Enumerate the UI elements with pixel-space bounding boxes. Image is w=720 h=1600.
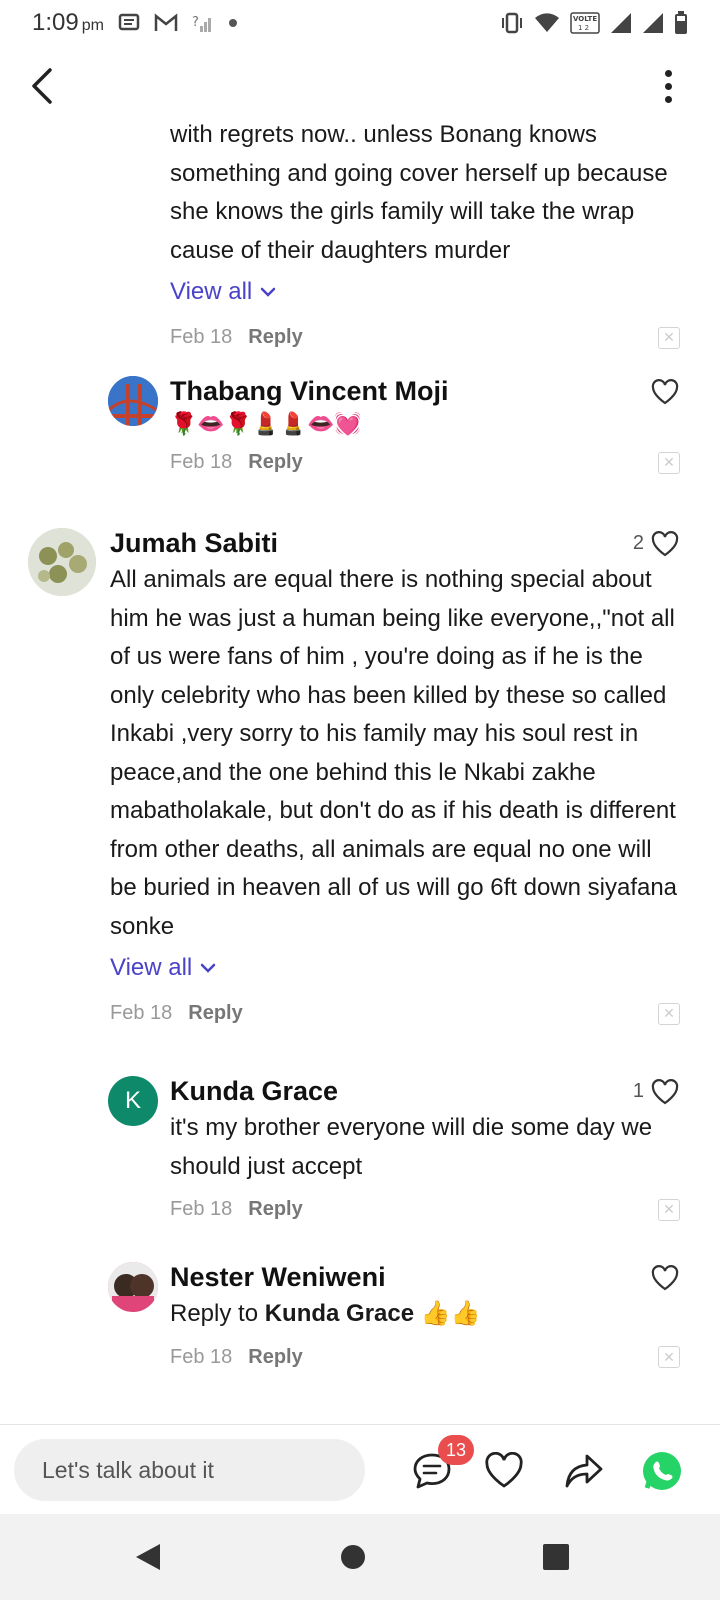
avatar-letter: K — [124, 1087, 141, 1114]
reply-button[interactable]: Reply — [248, 1198, 302, 1221]
comment-meta: Feb 18 Reply ✕ — [170, 326, 680, 349]
whatsapp-icon — [643, 1452, 681, 1490]
commenter-name[interactable]: Jumah Sabiti — [110, 528, 278, 559]
avatar[interactable] — [28, 528, 96, 596]
reply-button[interactable]: Reply — [248, 1346, 302, 1369]
system-nav-bar — [0, 1514, 720, 1600]
view-all-link[interactable]: View all — [110, 954, 216, 982]
signal-icon-2 — [642, 12, 664, 34]
battery-icon — [674, 11, 688, 35]
like-button[interactable] — [644, 378, 680, 406]
commenter-name[interactable]: Kunda Grace — [170, 1076, 338, 1107]
circle-home-icon — [341, 1545, 365, 1569]
back-button[interactable] — [22, 66, 62, 106]
comments-button[interactable]: 13 — [410, 1435, 474, 1493]
dismiss-button[interactable]: ✕ — [658, 1346, 680, 1368]
comment-meta: Feb 18 Reply ✕ — [170, 451, 680, 474]
reply-to-mention[interactable]: Kunda Grace — [265, 1300, 414, 1327]
svg-text:1 2: 1 2 — [578, 24, 589, 32]
message-notification-icon — [118, 13, 140, 33]
comment-input[interactable] — [14, 1439, 365, 1501]
dot-icon — [228, 18, 238, 28]
wifi-icon — [534, 12, 560, 34]
commenter-name[interactable]: Nester Weniweni — [170, 1262, 386, 1293]
heart-icon — [485, 1452, 523, 1488]
comment-date: Feb 18 — [110, 1002, 173, 1024]
dismiss-button[interactable]: ✕ — [658, 1002, 680, 1025]
nav-home-button[interactable] — [335, 1539, 371, 1575]
heart-icon — [651, 378, 679, 404]
square-recents-icon — [543, 1544, 569, 1570]
comment-item: Thabang Vincent Moji 🌹👄🌹💄💄👄💓 Feb 18 Repl… — [108, 376, 680, 474]
chevron-down-icon — [261, 287, 276, 297]
comment-text: Reply to Kunda Grace 👍👍 — [170, 1300, 481, 1327]
avatar[interactable] — [108, 1262, 158, 1312]
comment-text: it's my brother everyone will die some d… — [170, 1114, 653, 1180]
no-signal-icon: ? — [192, 12, 214, 34]
triangle-back-icon — [136, 1544, 160, 1570]
app-bar — [0, 52, 720, 122]
close-icon: ✕ — [663, 454, 675, 470]
like-post-button[interactable] — [482, 1449, 526, 1493]
comment-text: All animals are equal there is nothing s… — [110, 566, 678, 940]
chevron-down-icon — [201, 963, 216, 973]
like-button[interactable] — [644, 1264, 680, 1292]
reply-button[interactable]: Reply — [188, 1002, 242, 1025]
close-icon: ✕ — [663, 1005, 675, 1021]
heart-icon — [651, 530, 679, 556]
nav-back-button[interactable] — [130, 1539, 166, 1575]
view-all-link[interactable]: View all — [170, 278, 276, 306]
bottom-action-bar: 13 — [0, 1424, 720, 1514]
comment-text: 🌹👄🌹💄💄👄💓 — [170, 411, 362, 436]
comment-item: K Kunda Grace 1 it's my brother everyone… — [108, 1076, 680, 1221]
comment-item: with regrets now.. unless Bonang knows s… — [170, 118, 680, 349]
more-vertical-icon — [664, 69, 672, 77]
comment-text: with regrets now.. unless Bonang knows s… — [170, 121, 668, 264]
dismiss-button[interactable]: ✕ — [658, 326, 680, 349]
close-icon: ✕ — [663, 329, 675, 345]
avatar[interactable] — [108, 376, 158, 426]
close-icon: ✕ — [663, 1201, 675, 1217]
like-button[interactable]: 2 — [633, 530, 680, 558]
like-count: 1 — [632, 1080, 644, 1102]
like-count: 2 — [632, 532, 644, 554]
comment-date: Feb 18 — [170, 326, 233, 348]
like-button[interactable]: 1 — [633, 1078, 680, 1106]
signal-icon-1 — [610, 12, 632, 34]
dismiss-button[interactable]: ✕ — [658, 1198, 680, 1221]
status-time: 1:09 pm — [32, 9, 104, 36]
chevron-left-icon — [32, 68, 52, 104]
heart-icon — [651, 1264, 679, 1290]
comment-date: Feb 18 — [170, 451, 233, 473]
comment-count-badge: 13 — [438, 1435, 474, 1465]
comment-meta: Feb 18 Reply ✕ — [170, 1198, 680, 1221]
vibrate-icon — [500, 12, 524, 34]
volte-icon: VOLTE 1 2 — [570, 12, 600, 34]
comment-item: Jumah Sabiti 2 All animals are equal the… — [28, 528, 680, 1025]
reply-button[interactable]: Reply — [248, 326, 302, 349]
svg-text:?: ? — [192, 15, 199, 30]
comment-date: Feb 18 — [170, 1345, 233, 1368]
comment-meta: Feb 18 Reply ✕ — [170, 1346, 680, 1369]
commenter-name[interactable]: Thabang Vincent Moji — [170, 376, 449, 407]
avatar[interactable]: K — [108, 1076, 158, 1126]
comment-date: Feb 18 — [170, 1198, 233, 1220]
close-icon: ✕ — [663, 1348, 675, 1365]
nav-recents-button[interactable] — [538, 1539, 574, 1575]
svg-text:VOLTE: VOLTE — [573, 15, 597, 23]
status-bar: 1:09 pm ? VOLTE 1 2 — [0, 0, 720, 46]
comments-list[interactable]: with regrets now.. unless Bonang knows s… — [0, 118, 720, 1424]
share-arrow-icon — [565, 1454, 603, 1488]
comment-meta: Feb 18 Reply ✕ — [110, 1002, 680, 1025]
more-options-button[interactable] — [656, 66, 680, 106]
share-button[interactable] — [562, 1449, 606, 1493]
dismiss-button[interactable]: ✕ — [658, 451, 680, 474]
comment-item: Nester Weniweni Reply to Kunda Grace 👍👍 … — [108, 1262, 680, 1369]
whatsapp-share-button[interactable] — [640, 1449, 684, 1493]
heart-icon — [651, 1078, 679, 1104]
gmail-icon — [154, 13, 178, 33]
reply-button[interactable]: Reply — [248, 451, 302, 474]
